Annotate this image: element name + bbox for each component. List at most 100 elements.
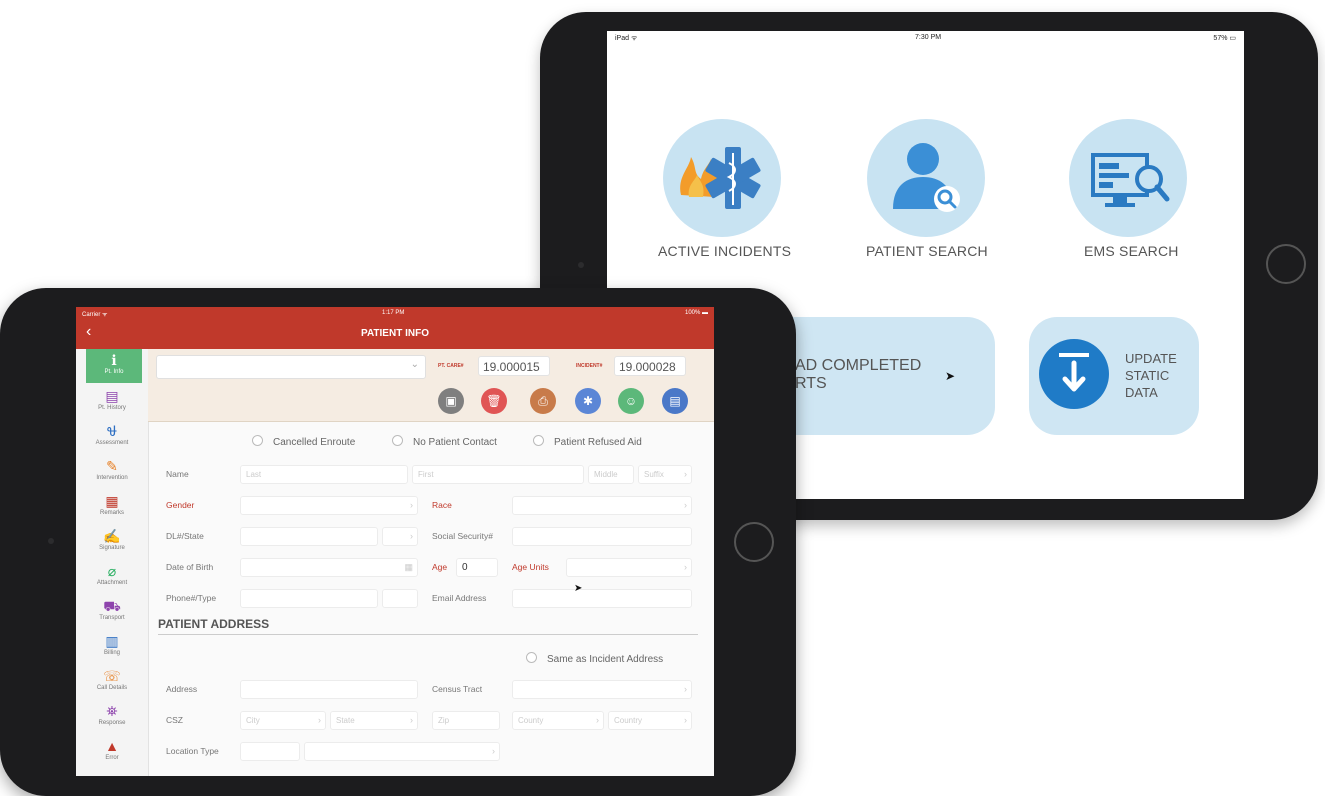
billing-icon: ▥ — [105, 633, 119, 649]
dob-field[interactable]: ▦ — [240, 558, 418, 577]
carrier-text: Carrier ᯤ — [82, 312, 108, 318]
phone-field[interactable] — [240, 589, 378, 608]
patient-address-heading: PATIENT ADDRESS — [158, 617, 270, 631]
location-type-code-field[interactable] — [240, 742, 300, 761]
sidebar-item-label: Error — [105, 755, 119, 761]
camera-button[interactable]: ▣ — [438, 388, 464, 414]
ambulance-icon: ⛟ — [103, 598, 121, 614]
patient-form: Cancelled Enroute No Patient Contact Pat… — [148, 421, 714, 776]
gender-label: Gender — [166, 500, 195, 510]
notes-icon: ▦ — [105, 493, 119, 509]
state-placeholder: State — [336, 716, 355, 725]
download-icon — [1039, 339, 1109, 409]
delete-button[interactable]: 🗑 — [481, 388, 507, 414]
section-divider — [158, 634, 698, 635]
county-placeholder: County — [518, 716, 544, 725]
option-label: Cancelled Enroute — [273, 437, 356, 448]
back-home-button[interactable] — [1266, 244, 1306, 284]
race-select[interactable]: › — [512, 496, 692, 515]
star-of-life-button[interactable]: ✱ — [575, 388, 601, 414]
city-placeholder: City — [246, 716, 260, 725]
country-select[interactable]: Country › — [608, 711, 692, 730]
sidebar-item-label: Transport — [99, 615, 125, 621]
option-label: Same as Incident Address — [547, 654, 664, 665]
suffix-placeholder: Suffix — [644, 470, 664, 479]
dl-number-field[interactable] — [240, 527, 378, 546]
patient-search-tile[interactable] — [867, 119, 985, 237]
cancelled-enroute-option[interactable]: Cancelled Enroute — [252, 435, 355, 448]
front-screen: Carrier ᯤ 1:17 PM 100% ▬ ‹ PATIENT INFO … — [76, 307, 714, 776]
ems-search-label[interactable]: EMS SEARCH — [1084, 243, 1179, 259]
sidebar-item-pt-history[interactable]: ▤ Pt. History — [76, 385, 148, 419]
record-toolbar: ⌄ PT. CARE# 19.000015 INCIDENT# 19.00002… — [148, 349, 714, 422]
chevron-right-icon: › — [684, 500, 687, 510]
sidebar-item-signature[interactable]: ✍ Signature — [76, 525, 148, 559]
option-label: Patient Refused Aid — [554, 437, 642, 448]
sidebar-item-label: Signature — [99, 545, 125, 551]
radio-circle — [533, 435, 544, 446]
email-field[interactable] — [512, 589, 692, 608]
stethoscope-icon: Ꮰ — [106, 423, 118, 439]
update-static-data-label: UPDATE STATIC DATA — [1125, 351, 1177, 400]
sidebar-item-label: Billing — [103, 650, 120, 656]
age-units-select[interactable]: › — [566, 558, 692, 577]
location-type-label: Location Type — [166, 746, 219, 756]
save-button[interactable]: ▤ — [662, 388, 688, 414]
age-units-label: Age Units — [512, 562, 549, 572]
record-select[interactable]: ⌄ — [156, 355, 426, 379]
sidebar-item-response[interactable]: ⛯ Response — [76, 700, 148, 734]
age-field[interactable]: 0 — [456, 558, 498, 577]
gender-select[interactable]: › — [240, 496, 418, 515]
zip-field[interactable]: Zip — [432, 711, 500, 730]
sidebar-item-intervention[interactable]: ✎ Intervention — [76, 455, 148, 489]
state-select[interactable]: State › — [330, 711, 418, 730]
location-type-select[interactable]: › — [304, 742, 500, 761]
dl-state-select[interactable]: › — [382, 527, 418, 546]
clipboard-icon: ▤ — [105, 388, 119, 404]
suffix-field[interactable]: Suffix › — [638, 465, 692, 484]
pt-care-field[interactable]: 19.000015 — [478, 356, 550, 376]
sidebar-item-remarks[interactable]: ▦ Remarks — [76, 490, 148, 524]
ems-search-tile[interactable] — [1069, 119, 1187, 237]
phone-type-select[interactable] — [382, 589, 418, 608]
sidebar-item-assessment[interactable]: Ꮰ Assessment — [76, 420, 148, 454]
ssn-field[interactable] — [512, 527, 692, 546]
same-as-incident-option[interactable]: Same as Incident Address — [526, 652, 663, 665]
incident-field[interactable]: 19.000028 — [614, 356, 686, 376]
middle-name-field[interactable]: Middle — [588, 465, 634, 484]
sidebar-item-label: Call Details — [96, 685, 128, 691]
sidebar-item-attachment[interactable]: ⌀ Attachment — [76, 560, 148, 594]
census-tract-select[interactable]: › — [512, 680, 692, 699]
status-bar: Carrier ᯤ 1:17 PM 100% ▬ — [76, 307, 714, 319]
last-name-field[interactable]: Last — [240, 465, 408, 484]
address-field[interactable] — [240, 680, 418, 699]
patient-button[interactable]: ☺ — [618, 388, 644, 414]
front-home-button[interactable] — [734, 522, 774, 562]
carrier-text: iPad ᯤ — [615, 35, 638, 42]
sidebar-item-label: Response — [98, 720, 126, 726]
no-patient-contact-option[interactable]: No Patient Contact — [392, 435, 497, 448]
header-bar: ‹ PATIENT INFO — [76, 319, 714, 349]
phone-icon: ☏ — [103, 668, 121, 684]
county-select[interactable]: County › — [512, 711, 604, 730]
name-label: Name — [166, 469, 189, 479]
sidebar-item-billing[interactable]: ▥ Billing — [76, 630, 148, 664]
sidebar-item-label: Pt. History — [98, 405, 126, 411]
patient-search-label[interactable]: PATIENT SEARCH — [866, 243, 988, 259]
sidebar-item-transport[interactable]: ⛟ Transport — [76, 595, 148, 629]
sidebar-item-error[interactable]: ▲ Error — [76, 735, 148, 769]
active-incidents-tile[interactable] — [663, 119, 781, 237]
phone-type-label: Phone#/Type — [166, 593, 217, 603]
update-static-data-card[interactable]: UPDATE STATIC DATA — [1029, 317, 1199, 435]
monitor-search-icon — [1091, 153, 1170, 207]
sidebar-item-pt-info[interactable]: ℹ Pt. Info — [86, 349, 142, 383]
clock-text: 7:30 PM — [915, 34, 942, 41]
city-select[interactable]: City › — [240, 711, 326, 730]
chevron-down-icon: ⌄ — [410, 359, 419, 370]
sidebar-item-call-details[interactable]: ☏ Call Details — [76, 665, 148, 699]
first-name-field[interactable]: First — [412, 465, 584, 484]
chevron-right-icon: › — [684, 684, 687, 694]
patient-refused-aid-option[interactable]: Patient Refused Aid — [533, 435, 642, 448]
active-incidents-label[interactable]: ACTIVE INCIDENTS — [658, 243, 791, 259]
print-button[interactable]: ⎙ — [530, 388, 556, 414]
